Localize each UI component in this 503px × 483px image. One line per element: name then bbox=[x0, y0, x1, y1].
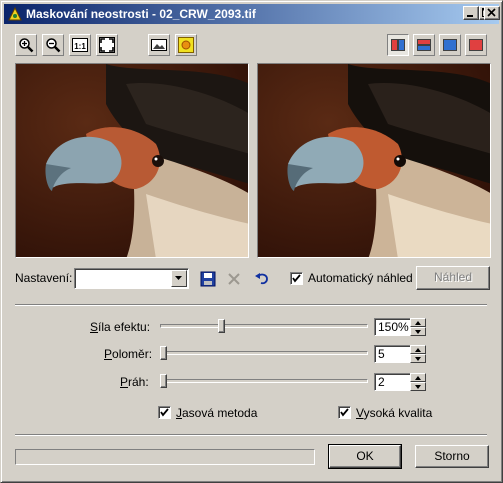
radius-spinner[interactable] bbox=[410, 345, 426, 363]
strength-slider-thumb[interactable] bbox=[218, 319, 225, 333]
minimize-icon bbox=[467, 15, 473, 17]
arrow-down-icon bbox=[415, 330, 421, 334]
arrow-down-icon bbox=[415, 385, 421, 389]
fit-to-window-icon bbox=[99, 37, 115, 53]
radius-spin-down[interactable] bbox=[410, 354, 426, 363]
image-icon bbox=[151, 39, 167, 51]
radius-slider-track[interactable] bbox=[160, 351, 368, 355]
minimize-button[interactable] bbox=[463, 6, 479, 20]
threshold-input[interactable]: 2 bbox=[374, 373, 411, 391]
high-quality-label[interactable]: Vysoká kvalita bbox=[356, 406, 432, 420]
single-view-blue-icon bbox=[443, 39, 457, 51]
ok-button[interactable]: OK bbox=[328, 444, 402, 469]
close-button[interactable] bbox=[484, 6, 500, 20]
fit-to-window-button[interactable] bbox=[96, 34, 118, 56]
reset-preset-button[interactable] bbox=[251, 268, 273, 290]
radius-label-access: P bbox=[104, 347, 113, 361]
luminance-label[interactable]: Jasová metoda bbox=[176, 406, 257, 420]
preset-dropdown-button[interactable] bbox=[171, 270, 187, 287]
svg-text:1:1: 1:1 bbox=[74, 42, 86, 51]
radius-input[interactable]: 5 bbox=[374, 345, 411, 363]
single-view-blue-button[interactable] bbox=[439, 34, 461, 56]
high-quality-label-rest: ysoká kvalita bbox=[363, 406, 433, 420]
checkmark-icon bbox=[340, 408, 349, 417]
split-vertical-icon bbox=[391, 39, 405, 51]
threshold-label-rest: ráh: bbox=[128, 375, 149, 389]
radius-label: Poloměr: bbox=[104, 347, 152, 361]
arrow-up-icon bbox=[415, 376, 421, 380]
title-bar[interactable]: Maskování neostrosti - 02_CRW_2093.tif bbox=[4, 4, 499, 24]
checkmark-icon bbox=[292, 274, 301, 283]
split-horizontal-view-button[interactable] bbox=[413, 34, 435, 56]
delete-icon bbox=[228, 273, 240, 285]
threshold-slider-track[interactable] bbox=[160, 379, 368, 383]
strength-spin-down[interactable] bbox=[410, 327, 426, 336]
threshold-spin-down[interactable] bbox=[410, 382, 426, 391]
auto-preview-label[interactable]: Automatický náhled bbox=[308, 271, 413, 285]
split-vertical-view-button[interactable] bbox=[387, 34, 409, 56]
image-button[interactable] bbox=[148, 34, 170, 56]
high-quality-checkbox[interactable] bbox=[338, 406, 351, 419]
bird-photo-original bbox=[16, 64, 248, 257]
zoom-out-button[interactable] bbox=[42, 34, 64, 56]
zoom-in-icon bbox=[19, 38, 34, 53]
threshold-label: Práh: bbox=[120, 375, 149, 389]
sharpened-preview[interactable] bbox=[257, 63, 491, 258]
zoom-in-button[interactable] bbox=[15, 34, 37, 56]
threshold-spin-up[interactable] bbox=[410, 373, 426, 382]
actual-size-icon: 1:1 bbox=[72, 38, 88, 52]
zoom-out-icon bbox=[46, 38, 61, 53]
separator-bottom bbox=[15, 434, 487, 436]
separator-top bbox=[15, 304, 487, 306]
preview-button[interactable]: Náhled bbox=[416, 266, 490, 290]
sun-button[interactable] bbox=[175, 34, 197, 56]
save-icon bbox=[200, 271, 216, 287]
bird-photo-preview bbox=[258, 64, 490, 257]
high-quality-label-access: V bbox=[356, 406, 364, 420]
strength-spinner[interactable] bbox=[410, 318, 426, 336]
single-view-red-button[interactable] bbox=[465, 34, 487, 56]
cancel-button[interactable]: Storno bbox=[415, 445, 489, 468]
preset-label: Nastavení: bbox=[15, 271, 73, 285]
sun-icon bbox=[178, 37, 194, 53]
arrow-up-icon bbox=[415, 321, 421, 325]
strength-label-rest: íla efektu: bbox=[98, 320, 151, 334]
strength-input[interactable]: 150% bbox=[374, 318, 411, 336]
chevron-down-icon bbox=[175, 276, 182, 280]
app-icon bbox=[8, 6, 22, 21]
preset-combobox[interactable] bbox=[74, 268, 189, 289]
luminance-label-rest: asová metoda bbox=[182, 406, 258, 420]
arrow-down-icon bbox=[415, 357, 421, 361]
save-preset-button[interactable] bbox=[197, 268, 219, 290]
luminance-checkbox[interactable] bbox=[158, 406, 171, 419]
radius-spin-up[interactable] bbox=[410, 345, 426, 354]
progress-bar bbox=[15, 449, 315, 465]
window-title: Maskování neostrosti - 02_CRW_2093.tif bbox=[26, 7, 256, 21]
threshold-spinner[interactable] bbox=[410, 373, 426, 391]
unsharp-mask-dialog: Maskování neostrosti - 02_CRW_2093.tif 1… bbox=[0, 0, 503, 483]
radius-label-rest: oloměr: bbox=[112, 347, 153, 361]
strength-slider-track[interactable] bbox=[160, 324, 368, 328]
strength-label-access: S bbox=[90, 320, 99, 334]
threshold-label-access: P bbox=[120, 375, 129, 389]
threshold-slider-thumb[interactable] bbox=[160, 374, 167, 388]
undo-icon bbox=[255, 273, 268, 285]
checkmark-icon bbox=[160, 408, 169, 417]
radius-slider-thumb[interactable] bbox=[160, 346, 167, 360]
split-horizontal-icon bbox=[417, 39, 431, 51]
close-icon bbox=[487, 8, 496, 17]
single-view-red-icon bbox=[469, 39, 483, 51]
original-preview[interactable] bbox=[15, 63, 249, 258]
auto-preview-checkbox[interactable] bbox=[290, 272, 303, 285]
actual-size-button[interactable]: 1:1 bbox=[69, 34, 91, 56]
arrow-up-icon bbox=[415, 348, 421, 352]
strength-spin-up[interactable] bbox=[410, 318, 426, 327]
delete-preset-button[interactable] bbox=[223, 268, 245, 290]
strength-label: Síla efektu: bbox=[90, 320, 150, 334]
